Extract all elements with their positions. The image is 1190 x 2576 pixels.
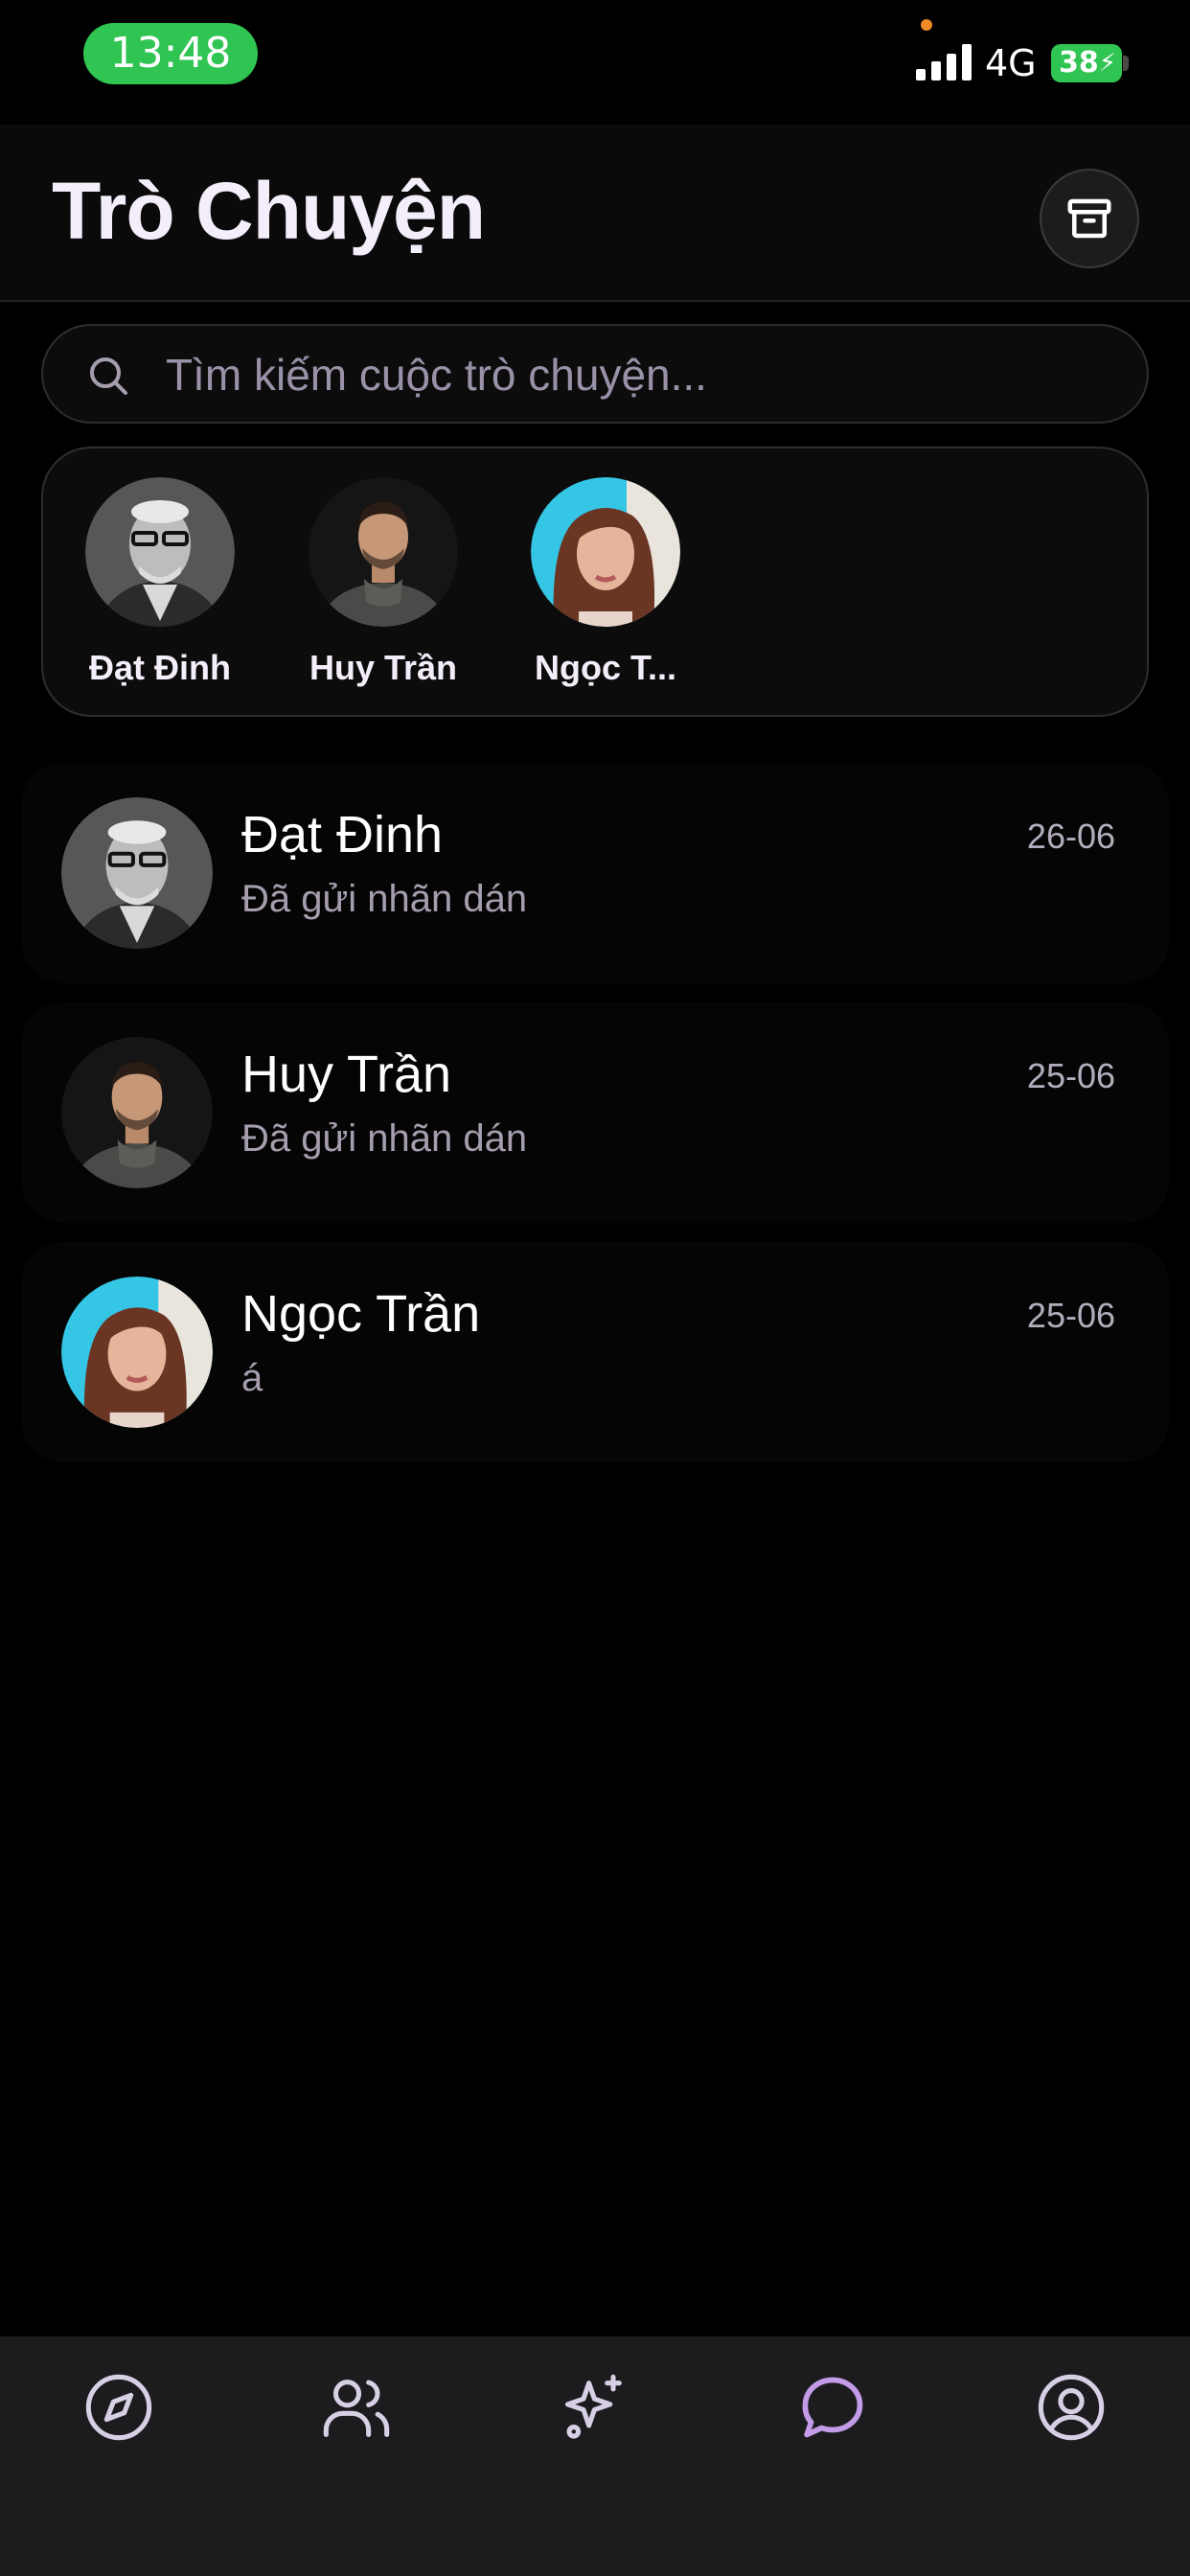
conversation-name: Huy Trần <box>241 1046 452 1103</box>
search-icon <box>90 357 127 395</box>
privacy-indicator-dot <box>921 19 932 31</box>
sparkles-icon <box>564 2374 622 2439</box>
archive-box-icon <box>1067 198 1111 239</box>
conversation-date: 25-06 <box>1026 1056 1115 1095</box>
archive-button[interactable] <box>1040 169 1139 268</box>
users-icon <box>323 2380 390 2438</box>
battery-level: 38 <box>1059 46 1099 80</box>
battery-icon: 38 ⚡ <box>1051 44 1122 82</box>
story-item-dat-dinh[interactable]: Đạt Đinh <box>64 477 256 688</box>
network-type: 4G <box>985 42 1037 84</box>
bottom-nav <box>0 2336 1190 2576</box>
avatar <box>61 1037 213 1188</box>
conversation-preview: á <box>241 1357 263 1399</box>
conversation-row[interactable]: Huy Trần Đã gửi nhãn dán 25-06 <box>21 1002 1169 1223</box>
conversation-preview: Đã gửi nhãn dán <box>241 878 528 920</box>
avatar <box>61 1276 213 1428</box>
charging-bolt-icon: ⚡ <box>1098 49 1116 78</box>
nav-friends[interactable] <box>309 2359 404 2455</box>
cellular-signal-icon <box>916 44 972 80</box>
profile-icon <box>1038 2374 1105 2441</box>
conversation-row[interactable]: Đạt Đinh Đã gửi nhãn dán 26-06 <box>21 763 1169 983</box>
page-title: Trò Chuyện <box>52 166 486 256</box>
compass-icon <box>85 2374 152 2441</box>
conversation-name: Ngọc Trần <box>241 1285 481 1343</box>
status-time: 13:48 <box>83 23 258 84</box>
story-item-ngoc-tran[interactable]: Ngọc T... <box>510 477 701 688</box>
avatar <box>85 477 235 627</box>
conversation-preview: Đã gửi nhãn dán <box>241 1117 528 1160</box>
chat-bubble-icon <box>802 2377 863 2438</box>
avatar <box>61 797 213 949</box>
active-contacts-strip: Đạt Đinh Huy Trần Ngọc T... <box>41 447 1149 717</box>
search-bar[interactable] <box>41 324 1149 424</box>
battery-cap <box>1123 56 1129 71</box>
nav-profile[interactable] <box>1023 2359 1119 2455</box>
search-input[interactable] <box>164 326 1107 424</box>
nav-chats[interactable] <box>785 2359 881 2455</box>
avatar <box>309 477 458 627</box>
header: Trò Chuyện <box>0 125 1190 302</box>
conversation-date: 25-06 <box>1026 1296 1115 1335</box>
story-name: Huy Trần <box>309 648 458 687</box>
story-item-huy-tran[interactable]: Huy Trần <box>287 477 479 688</box>
status-bar: 13:48 4G 38 ⚡ <box>0 0 1190 125</box>
avatar <box>531 477 680 627</box>
story-name: Ngọc T... <box>534 648 676 687</box>
conversation-name: Đạt Đinh <box>241 806 444 863</box>
conversation-row[interactable]: Ngọc Trần á 25-06 <box>21 1242 1169 1462</box>
conversation-date: 26-06 <box>1026 816 1115 856</box>
nav-explore[interactable] <box>71 2359 167 2455</box>
nav-discover[interactable] <box>547 2359 643 2455</box>
story-name: Đạt Đinh <box>89 648 231 687</box>
